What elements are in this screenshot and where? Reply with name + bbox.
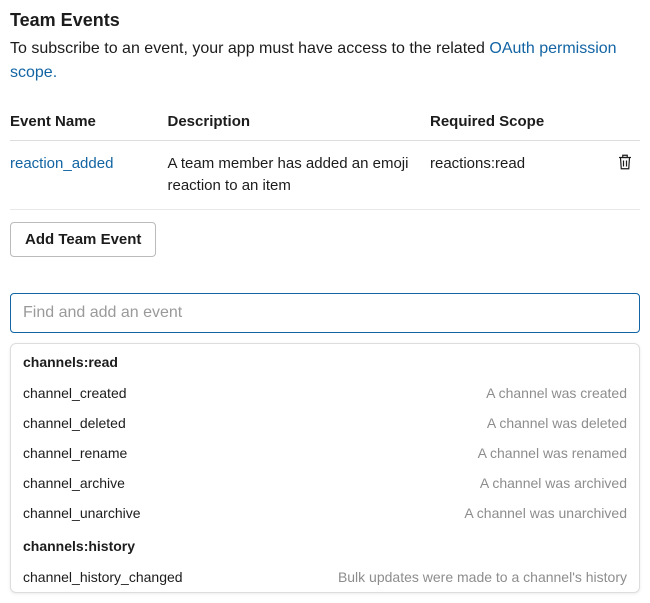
dropdown-group-header: channels:history — [11, 528, 639, 562]
dropdown-item-name: channel_rename — [23, 445, 127, 461]
dropdown-item-name: channel_history_changed — [23, 569, 183, 585]
dropdown-group-header: channels:read — [11, 344, 639, 378]
header-description: Description — [168, 103, 431, 141]
event-dropdown[interactable]: channels:read channel_created A channel … — [10, 343, 640, 593]
dropdown-item[interactable]: channel_deleted A channel was deleted — [11, 408, 639, 438]
dropdown-item-desc: A channel was created — [486, 385, 627, 401]
dropdown-item-desc: A channel was deleted — [487, 415, 627, 431]
event-search-input[interactable] — [10, 293, 640, 333]
header-required-scope: Required Scope — [430, 103, 598, 141]
header-event-name: Event Name — [10, 103, 168, 141]
event-scope-cell: reactions:read — [430, 141, 598, 210]
dropdown-item[interactable]: channel_archive A channel was archived — [11, 468, 639, 498]
event-description-cell: A team member has added an emoji reactio… — [168, 141, 431, 210]
add-team-event-button[interactable]: Add Team Event — [10, 222, 156, 257]
table-row: reaction_added A team member has added a… — [10, 141, 640, 210]
dropdown-item[interactable]: channel_created A channel was created — [11, 378, 639, 408]
dropdown-item-desc: Bulk updates were made to a channel's hi… — [338, 569, 627, 585]
dropdown-item-name: channel_unarchive — [23, 505, 141, 521]
dropdown-item-name: channel_archive — [23, 475, 125, 491]
dropdown-item-name: channel_created — [23, 385, 127, 401]
dropdown-item-desc: A channel was archived — [480, 475, 627, 491]
trash-icon[interactable] — [616, 158, 634, 175]
page-subtext: To subscribe to an event, your app must … — [10, 37, 640, 85]
page-heading: Team Events — [10, 10, 640, 31]
dropdown-item[interactable]: channel_unarchive A channel was unarchiv… — [11, 498, 639, 528]
dropdown-item-name: channel_deleted — [23, 415, 126, 431]
event-name-cell[interactable]: reaction_added — [10, 141, 168, 210]
dropdown-item-desc: A channel was renamed — [478, 445, 627, 461]
dropdown-item[interactable]: channel_rename A channel was renamed — [11, 438, 639, 468]
events-table: Event Name Description Required Scope re… — [10, 103, 640, 210]
dropdown-item-desc: A channel was unarchived — [464, 505, 627, 521]
dropdown-item[interactable]: channel_history_changed Bulk updates wer… — [11, 562, 639, 592]
subtext-prefix: To subscribe to an event, your app must … — [10, 40, 489, 57]
header-actions — [598, 103, 640, 141]
